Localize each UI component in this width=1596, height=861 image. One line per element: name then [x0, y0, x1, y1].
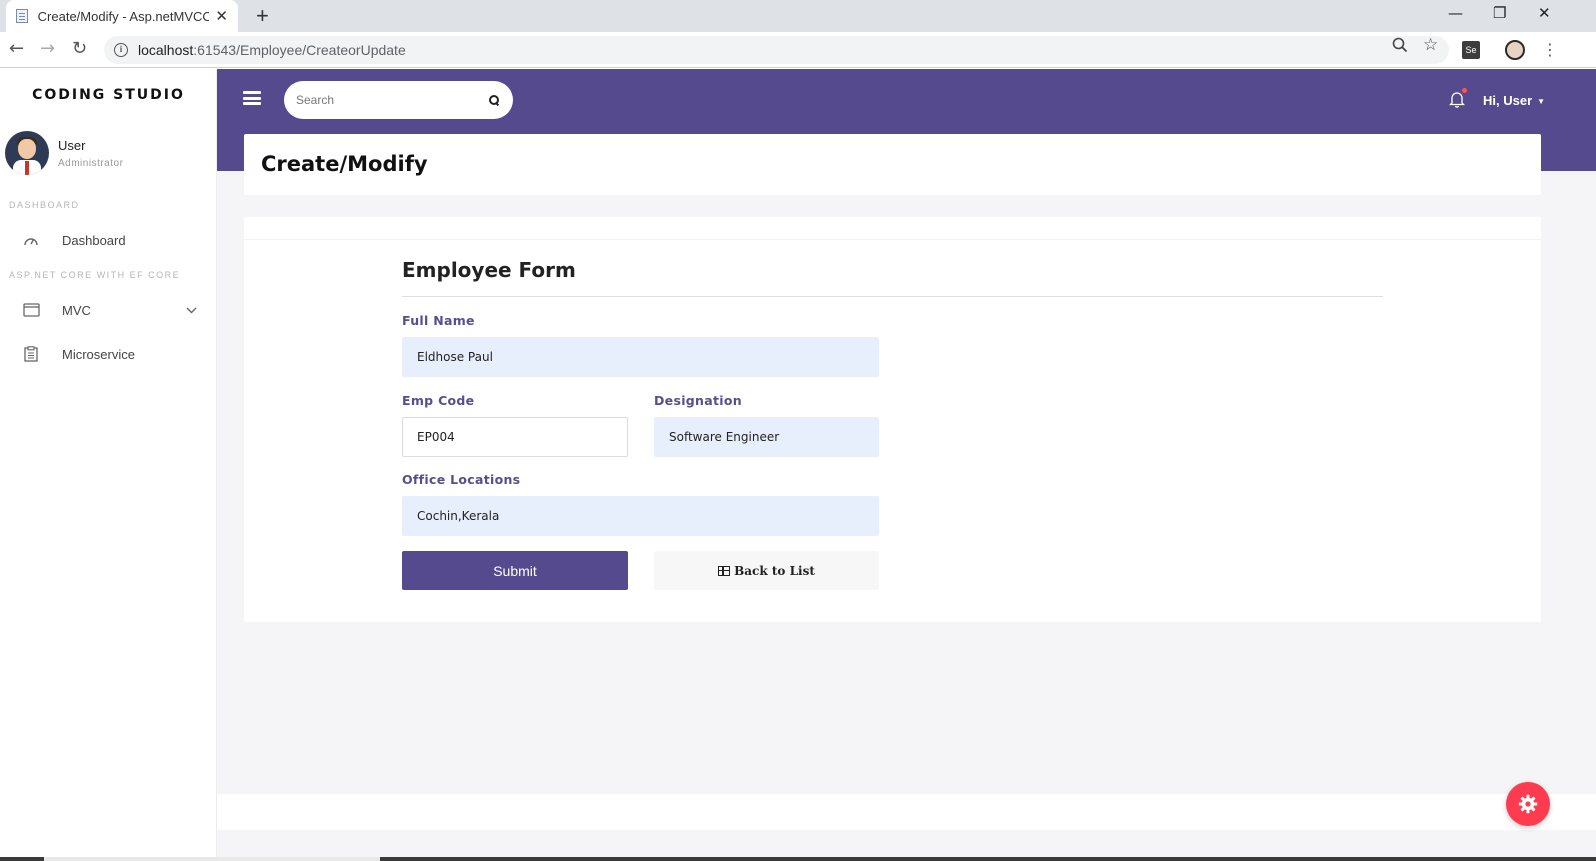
browser-tab-strip: Create/Modify - Asp.netMVCCore ✕ + — ❐ ✕: [0, 0, 1596, 32]
zoom-icon[interactable]: [1392, 37, 1408, 57]
extension-icon[interactable]: Se: [1462, 41, 1480, 59]
settings-fab-button[interactable]: [1506, 782, 1550, 826]
minimize-icon[interactable]: —: [1448, 4, 1463, 22]
user-greeting: Hi, User: [1483, 93, 1533, 108]
restore-icon[interactable]: ❐: [1493, 4, 1506, 22]
page-favicon-icon: [16, 9, 28, 23]
brand-logo[interactable]: CODING STUDIO: [0, 87, 217, 103]
reload-icon[interactable]: ↻: [72, 38, 87, 59]
page-title: Create/Modify: [261, 152, 428, 176]
full-name-field[interactable]: [402, 337, 879, 377]
sidebar-item-label: MVC: [62, 302, 91, 318]
back-to-list-label: Back to List: [734, 563, 815, 578]
office-locations-field[interactable]: [402, 496, 879, 536]
search-icon[interactable]: [489, 95, 499, 105]
gauge-icon: [22, 232, 40, 248]
taskbar-strip: [0, 857, 1596, 861]
sidebar: CODING STUDIO User Administrator DASHBOA…: [0, 69, 217, 861]
site-info-icon[interactable]: i: [114, 43, 128, 57]
emp-code-field[interactable]: [402, 417, 628, 457]
chevron-down-icon: [186, 303, 197, 317]
designation-field[interactable]: [654, 417, 879, 457]
full-name-label: Full Name: [402, 313, 475, 328]
avatar: [5, 131, 49, 175]
form-divider: [402, 296, 1383, 297]
user-profile: User Administrator: [5, 131, 123, 175]
sidebar-item-label: Microservice: [62, 346, 135, 362]
section-dashboard-label: DASHBOARD: [9, 200, 80, 210]
employee-form-card: Employee Form Full Name Emp Code Designa…: [244, 217, 1541, 622]
section-core-label: ASP.NET CORE WITH EF CORE: [9, 270, 181, 280]
caret-down-icon: ▼: [1537, 97, 1546, 107]
sidebar-item-mvc[interactable]: MVC: [0, 292, 217, 328]
address-bar[interactable]: i localhost:61543/Employee/CreateorUpdat…: [104, 36, 1449, 64]
close-tab-icon[interactable]: ✕: [215, 7, 228, 25]
notification-dot: [1462, 88, 1467, 93]
sidebar-item-microservice[interactable]: Microservice: [0, 336, 217, 372]
sidebar-item-label: Dashboard: [62, 232, 126, 248]
close-window-icon[interactable]: ✕: [1538, 4, 1551, 22]
user-menu[interactable]: Hi, User ▼: [1483, 93, 1545, 108]
browser-tab-title: Create/Modify - Asp.netMVCCore: [37, 8, 210, 24]
footer: [217, 794, 1596, 830]
url-path: :61543/Employee/CreateorUpdate: [193, 42, 406, 58]
office-locations-label: Office Locations: [402, 472, 521, 487]
bookmark-star-icon[interactable]: ☆: [1423, 35, 1438, 55]
browser-menu-icon[interactable]: ⋮: [1542, 40, 1558, 59]
page-title-card: Create/Modify: [244, 134, 1541, 195]
hamburger-menu-icon[interactable]: [243, 91, 261, 105]
emp-code-label: Emp Code: [402, 393, 475, 408]
url-host: localhost: [138, 42, 194, 58]
user-role: Administrator: [58, 157, 124, 169]
form-title: Employee Form: [402, 258, 576, 282]
browser-tab[interactable]: Create/Modify - Asp.netMVCCore ✕: [6, 0, 238, 32]
table-icon: [718, 565, 731, 576]
window-icon: [22, 302, 40, 318]
clipboard-icon: [22, 346, 40, 362]
search-box: [284, 81, 513, 119]
submit-button[interactable]: Submit: [402, 551, 628, 590]
browser-toolbar: ← → ↻ i localhost:61543/Employee/Createo…: [0, 32, 1596, 68]
gear-icon: [1518, 794, 1538, 814]
designation-label: Designation: [654, 393, 742, 408]
forward-arrow-icon[interactable]: →: [40, 38, 55, 59]
back-arrow-icon[interactable]: ←: [9, 38, 24, 59]
search-input[interactable]: [296, 93, 489, 107]
notification-bell-icon[interactable]: [1448, 88, 1467, 108]
sidebar-item-dashboard[interactable]: Dashboard: [0, 222, 217, 258]
profile-avatar[interactable]: [1505, 40, 1525, 60]
back-to-list-button[interactable]: Back to List: [654, 551, 879, 590]
user-name: User: [58, 137, 86, 153]
new-tab-icon[interactable]: +: [256, 3, 269, 29]
